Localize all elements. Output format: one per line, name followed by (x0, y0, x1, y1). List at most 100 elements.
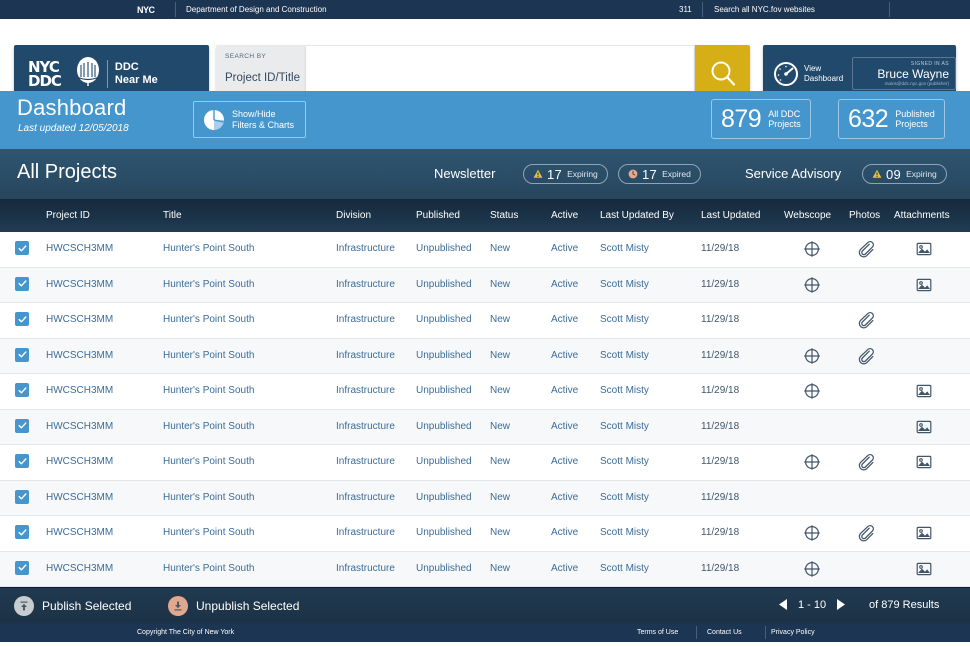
phone-311-link[interactable]: 311 (679, 5, 692, 14)
column-header-last-updated[interactable]: Last Updated (701, 210, 761, 221)
column-header-webscope[interactable]: Webscope (784, 210, 831, 221)
brand-tagline: DDC Near Me (114, 60, 158, 86)
attachments-icon[interactable] (915, 560, 933, 578)
user-email: mains@ddc.nyc.gov (publisher) (884, 81, 949, 86)
nyc-logo[interactable]: NYC (137, 5, 155, 15)
cell-division: Infrastructure (336, 278, 395, 290)
column-header-active[interactable]: Active (551, 210, 578, 221)
stat-all-ddc-projects[interactable]: 879 All DDC Projects (711, 99, 811, 139)
view-dashboard-button[interactable]: View Dashboard (773, 61, 843, 87)
prev-arrow-icon[interactable] (778, 598, 789, 611)
column-header-status[interactable]: Status (490, 210, 518, 221)
table-row[interactable]: HWCSCH3MM Hunter's Point South Infrastruct… (0, 303, 970, 339)
cell-updated-by: Scott Misty (600, 420, 649, 432)
last-updated-text: Last updated 12/05/2018 (18, 123, 129, 134)
column-header-project-id[interactable]: Project ID (46, 210, 90, 221)
column-header-published[interactable]: Published (416, 210, 460, 221)
show-hide-filters-button[interactable]: Show/Hide Filters & Charts (193, 101, 306, 138)
webscope-icon[interactable] (803, 276, 821, 294)
column-header-last-updated-by[interactable]: Last Updated By (600, 210, 674, 221)
cell-project-id: HWCSCH3MM (46, 527, 114, 538)
photos-icon[interactable] (857, 453, 875, 471)
cell-status: New (490, 314, 511, 325)
table-row[interactable]: HWCSCH3MM Hunter's Point South Infrastruct… (0, 338, 970, 374)
table-header-row: Project ID Title Division Published Stat… (0, 199, 970, 232)
newsletter-expired-badge[interactable]: 17 Expired (618, 164, 701, 184)
webscope-icon[interactable] (803, 382, 821, 400)
column-header-attachments[interactable]: Attachments (894, 210, 950, 221)
terms-of-use-link[interactable]: Terms of Use (637, 629, 678, 636)
warning-triangle-icon (872, 169, 882, 178)
ddc-seal-icon (75, 55, 101, 92)
row-checkbox[interactable] (15, 560, 29, 575)
site-header: NYC DDC DDC Near Me SEARCH BY Project ID… (0, 19, 970, 102)
stat-published-projects[interactable]: 632 Published Projects (838, 99, 945, 139)
webscope-icon[interactable] (803, 240, 821, 258)
warning-triangle-icon (533, 169, 543, 178)
attachments-icon[interactable] (915, 524, 933, 542)
photos-icon[interactable] (857, 311, 875, 329)
divider (765, 626, 766, 639)
publish-selected-button[interactable]: Publish Selected (14, 596, 131, 616)
cell-updated: 11/29/18 (701, 527, 740, 538)
attachments-icon[interactable] (915, 382, 933, 400)
attachments-icon[interactable] (915, 453, 933, 471)
row-checkbox[interactable] (15, 418, 29, 433)
table-row[interactable]: HWCSCH3MM Hunter's Point South Infrastruct… (0, 551, 970, 587)
table-row[interactable]: HWCSCH3MM Hunter's Point South Infrastruct… (0, 232, 970, 268)
column-header-title[interactable]: Title (163, 210, 182, 221)
cell-published: Unpublished (416, 456, 472, 467)
photos-icon[interactable] (857, 347, 875, 365)
table-row[interactable]: HWCSCH3MM Hunter's Point South Infrastruct… (0, 516, 970, 552)
cell-active: Active (551, 420, 579, 432)
row-checkbox[interactable] (15, 312, 29, 326)
search-all-websites-link[interactable]: Search all NYC.fov websites (714, 5, 815, 14)
row-checkbox[interactable] (15, 525, 29, 539)
service-advisory-expiring-badge[interactable]: 09 Expiring (862, 164, 947, 184)
attachments-icon[interactable] (915, 276, 933, 294)
row-checkbox[interactable] (15, 241, 29, 255)
next-arrow-icon[interactable] (835, 598, 846, 611)
column-header-division[interactable]: Division (336, 210, 371, 221)
privacy-policy-link[interactable]: Privacy Policy (771, 629, 815, 636)
newsletter-expiring-badge[interactable]: 17 Expiring (523, 164, 608, 184)
attachments-icon[interactable] (915, 240, 933, 258)
webscope-icon[interactable] (803, 347, 821, 365)
cell-status: New (490, 491, 511, 503)
cell-project-id: HWCSCH3MM (46, 562, 114, 574)
cell-project-id: HWCSCH3MM (46, 456, 114, 467)
row-checkbox[interactable] (15, 383, 29, 397)
unpublish-selected-label: Unpublish Selected (196, 599, 300, 613)
search-by-value: Project ID/Title (225, 72, 300, 84)
row-checkbox[interactable] (15, 489, 29, 504)
cell-updated-by: Scott Misty (600, 349, 649, 361)
search-by-label: SEARCH BY (225, 53, 267, 60)
row-checkbox[interactable] (15, 276, 29, 291)
cell-project-id: HWCSCH3MM (46, 278, 114, 290)
attachments-icon[interactable] (915, 418, 933, 436)
row-checkbox[interactable] (15, 347, 29, 362)
cell-title: Hunter's Point South (163, 385, 255, 396)
column-header-photos[interactable]: Photos (849, 210, 880, 221)
webscope-icon[interactable] (803, 453, 821, 471)
table-row[interactable]: HWCSCH3MM Hunter's Point South Infrastruct… (0, 409, 970, 445)
photos-icon[interactable] (857, 524, 875, 542)
signed-in-info[interactable]: SIGNED IN AS Bruce Wayne mains@ddc.nyc.g… (852, 57, 956, 90)
table-row[interactable]: HWCSCH3MM Hunter's Point South Infrastruct… (0, 445, 970, 481)
photos-icon[interactable] (857, 240, 875, 258)
table-row[interactable]: HWCSCH3MM Hunter's Point South Infrastruct… (0, 267, 970, 303)
webscope-icon[interactable] (803, 524, 821, 542)
contact-us-link[interactable]: Contact Us (707, 629, 742, 636)
cell-division: Infrastructure (336, 349, 395, 361)
table-row[interactable]: HWCSCH3MM Hunter's Point South Infrastruct… (0, 374, 970, 410)
cell-status: New (490, 243, 511, 254)
cell-updated-by: Scott Misty (600, 456, 649, 467)
nyc-global-bar: NYC Department of Design and Constructio… (0, 0, 970, 19)
upload-arrow-icon (14, 596, 34, 616)
table-row[interactable]: HWCSCH3MM Hunter's Point South Infrastruct… (0, 480, 970, 516)
unpublish-selected-button[interactable]: Unpublish Selected (168, 596, 299, 616)
webscope-icon[interactable] (803, 560, 821, 578)
clock-icon (628, 169, 638, 179)
row-checkbox[interactable] (15, 454, 29, 468)
divider (175, 2, 176, 17)
